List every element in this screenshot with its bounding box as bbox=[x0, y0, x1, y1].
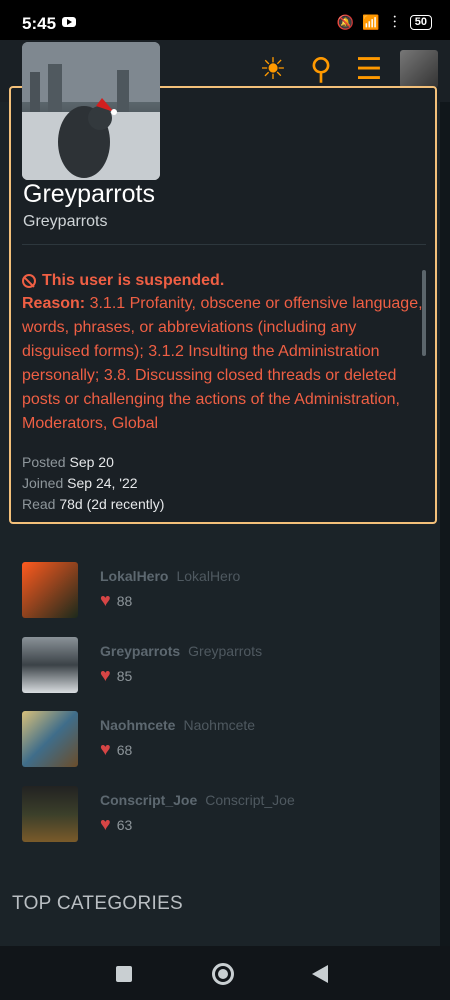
avatar[interactable] bbox=[22, 786, 78, 842]
back-button[interactable] bbox=[312, 965, 328, 983]
wifi-icon: ︙ bbox=[387, 14, 402, 30]
stat-joined: Joined Sep 24, '22 bbox=[22, 475, 138, 491]
theme-sun-icon[interactable]: ☀ bbox=[256, 52, 290, 86]
recents-button[interactable] bbox=[116, 966, 132, 982]
user-card-subname: Greyparrots bbox=[23, 213, 108, 230]
battery-icon: 50 bbox=[409, 14, 432, 30]
divider bbox=[22, 244, 426, 245]
status-icons: 🔕 📶 ︙ 50 bbox=[337, 12, 432, 32]
likes-count: ♥ 88 bbox=[100, 590, 133, 610]
list-username[interactable]: Greyparrots Greyparrots bbox=[100, 643, 262, 659]
hamburger-menu-icon[interactable]: ☰ bbox=[352, 52, 386, 86]
mute-icon: 🔕 bbox=[336, 13, 355, 30]
avatar[interactable] bbox=[22, 562, 78, 618]
signal-icon: 📶 bbox=[362, 13, 380, 30]
list-item[interactable]: Greyparrots Greyparrots ♥ 85 bbox=[22, 637, 432, 695]
likes-count: ♥ 85 bbox=[100, 665, 133, 685]
user-card-avatar[interactable] bbox=[22, 42, 160, 180]
list-item[interactable]: Conscript_Joe Conscript_Joe ♥ 63 bbox=[22, 786, 432, 844]
user-card-name[interactable]: Greyparrots bbox=[23, 180, 155, 209]
stat-posted: Posted Sep 20 bbox=[22, 454, 114, 470]
status-bar: 5:45 🔕 📶 ︙ 50 bbox=[0, 0, 450, 40]
home-button[interactable] bbox=[212, 963, 234, 985]
suspension-title: This user is suspended. bbox=[22, 272, 428, 290]
current-user-avatar[interactable] bbox=[400, 50, 438, 88]
search-icon[interactable]: ⚲ bbox=[304, 52, 338, 86]
ban-icon bbox=[22, 274, 36, 288]
heart-icon: ♥ bbox=[100, 739, 111, 759]
heart-icon: ♥ bbox=[100, 814, 111, 834]
list-item[interactable]: Naohmcete Naohmcete ♥ 68 bbox=[22, 711, 432, 769]
list-username[interactable]: Conscript_Joe Conscript_Joe bbox=[100, 792, 295, 808]
youtube-notification-icon bbox=[62, 17, 76, 27]
likes-count: ♥ 68 bbox=[100, 739, 133, 759]
list-username[interactable]: Naohmcete Naohmcete bbox=[100, 717, 255, 733]
suspension-scrollbar[interactable] bbox=[422, 270, 426, 356]
heart-icon: ♥ bbox=[100, 590, 111, 610]
suspension-notice[interactable]: This user is suspended. Reason: 3.1.1 Pr… bbox=[22, 272, 428, 437]
page-scrollbar[interactable] bbox=[440, 102, 450, 947]
stat-read: Read 78d (2d recently) bbox=[22, 496, 165, 512]
likes-count: ♥ 63 bbox=[100, 814, 133, 834]
section-title-top-categories: TOP CATEGORIES bbox=[12, 893, 184, 914]
status-time: 5:45 bbox=[22, 14, 57, 33]
parrot-avatar-image bbox=[22, 42, 160, 180]
avatar[interactable] bbox=[22, 637, 78, 693]
list-item[interactable]: LokalHero LokalHero ♥ 88 bbox=[22, 562, 432, 620]
heart-icon: ♥ bbox=[100, 665, 111, 685]
user-card-stats: Posted Sep 20 Joined Sep 24, '22 Read 78… bbox=[22, 452, 164, 515]
avatar[interactable] bbox=[22, 711, 78, 767]
list-username[interactable]: LokalHero LokalHero bbox=[100, 568, 240, 584]
suspension-reason: Reason: 3.1.1 Profanity, obscene or offe… bbox=[22, 295, 423, 432]
